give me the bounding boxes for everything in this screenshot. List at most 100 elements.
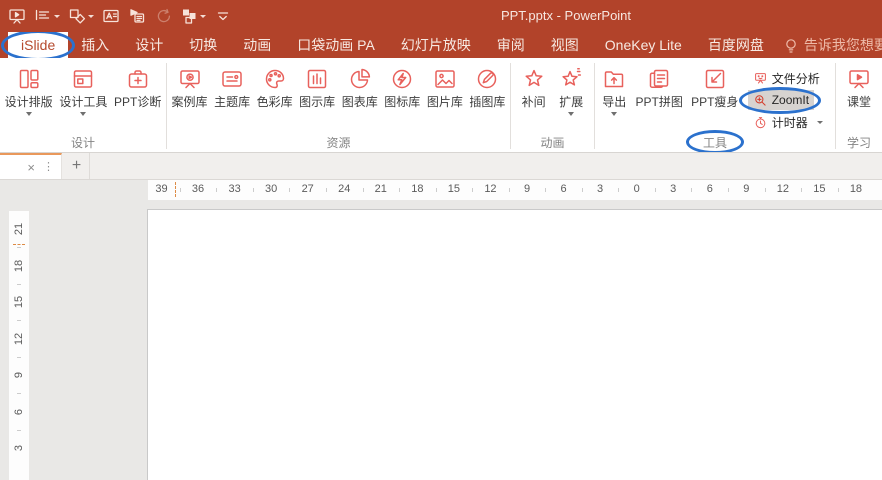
ruler-number: 0 — [634, 183, 640, 195]
shapes-pen-button[interactable] — [68, 7, 94, 25]
tab-baidu-netdisk[interactable]: 百度网盘 — [695, 32, 777, 58]
tab-islide[interactable]: iSlide — [8, 32, 68, 58]
ruler-tick — [17, 284, 21, 285]
tween-button[interactable]: 补间 — [519, 63, 549, 110]
tab-slide-show[interactable]: 幻灯片放映 — [388, 32, 484, 58]
file-analysis-button[interactable]: 文件分析 — [748, 68, 825, 88]
chart-library-icon — [347, 66, 373, 92]
button-label: 图表库 — [342, 95, 378, 109]
ruler-tick — [838, 188, 839, 192]
group-label-tools: 工具 — [595, 134, 835, 152]
chart-library-button[interactable]: 图表库 — [340, 63, 380, 110]
ruler-number: 36 — [192, 183, 204, 195]
ribbon-group-animation: 补间扩展动画 — [511, 58, 594, 152]
text-box-button[interactable] — [102, 7, 120, 25]
shapes-pen-icon — [68, 7, 86, 25]
ruler-tick — [728, 188, 729, 192]
case-library-button[interactable]: 案例库 — [170, 63, 210, 110]
ruler-tick — [545, 188, 546, 192]
animation-pane-button[interactable] — [128, 7, 146, 25]
arrange-objects-button[interactable] — [180, 7, 206, 25]
dropdown-caret-icon — [200, 15, 206, 18]
tab-transitions[interactable]: 切换 — [176, 32, 230, 58]
ruler-number: 12 — [777, 183, 789, 195]
slide-surface[interactable] — [147, 209, 882, 480]
ribbon-group-tools: 导出PPT拼图PPT瘦身 文件分析 ZoomIt计时器工具 — [595, 58, 835, 152]
export-icon — [601, 66, 627, 92]
ribbon-group-learning: 课堂学习 — [836, 58, 882, 152]
ppt-puzzle-button[interactable]: PPT拼图 — [634, 63, 685, 110]
tab-view[interactable]: 视图 — [538, 32, 592, 58]
tab-design[interactable]: 设计 — [122, 32, 176, 58]
ruler-number: 12 — [484, 183, 496, 195]
color-library-icon — [262, 66, 288, 92]
close-tab-icon[interactable]: × — [27, 161, 35, 174]
reading-order-icon — [34, 7, 52, 25]
group-label-design: 设计 — [0, 134, 166, 152]
customize-quick-access-button[interactable] — [214, 7, 232, 25]
document-tab-strip: × ⋮ + — [0, 153, 882, 180]
extend-button[interactable]: 扩展 — [556, 63, 586, 117]
window-title: PPT.pptx - PowerPoint — [250, 0, 882, 32]
ppt-diagnose-button[interactable]: PPT诊断 — [112, 63, 163, 110]
ruler-number: 6 — [13, 409, 25, 415]
annotation-circle — [1, 32, 75, 58]
zoomit-button[interactable]: ZoomIt — [748, 90, 814, 110]
ruler-tick — [17, 393, 21, 394]
start-slideshow-button[interactable] — [8, 7, 26, 25]
timer-button[interactable]: 计时器 — [748, 112, 828, 132]
icon-library-button[interactable]: 图标库 — [382, 63, 422, 110]
tab-animations[interactable]: 动画 — [230, 32, 284, 58]
export-button[interactable]: 导出 — [599, 63, 629, 117]
group-label-learning: 学习 — [836, 134, 882, 152]
ruler-tick — [436, 188, 437, 192]
ruler-tick — [472, 188, 473, 192]
ppt-slim-icon — [702, 66, 728, 92]
button-label: 主题库 — [214, 95, 250, 109]
theme-library-icon — [219, 66, 245, 92]
reading-order-button[interactable] — [34, 7, 60, 25]
ruler-number: 18 — [411, 183, 423, 195]
tab-insert[interactable]: 插入 — [68, 32, 122, 58]
theme-library-button[interactable]: 主题库 — [212, 63, 252, 110]
design-tools-button[interactable]: 设计工具 — [57, 63, 109, 117]
ruler-tick — [765, 188, 766, 192]
zoomit-icon — [753, 93, 768, 108]
icon-library-icon — [389, 66, 415, 92]
color-library-button[interactable]: 色彩库 — [255, 63, 295, 110]
dropdown-caret-icon — [54, 15, 60, 18]
tab-onekey-lite[interactable]: OneKey Lite — [592, 32, 695, 58]
ruler-tick — [691, 188, 692, 192]
ruler-number: 6 — [707, 183, 713, 195]
tab-review[interactable]: 审阅 — [484, 32, 538, 58]
tab-menu-icon[interactable]: ⋮ — [43, 162, 54, 173]
ruler-position-marker — [175, 182, 176, 197]
button-label: 设计排版 — [5, 95, 53, 109]
illustration-library-button[interactable]: 插图库 — [467, 63, 507, 110]
button-label: 文件分析 — [772, 70, 820, 87]
ruler-tick — [216, 188, 217, 192]
classroom-button[interactable]: 课堂 — [844, 63, 874, 110]
diagram-library-button[interactable]: 图示库 — [297, 63, 337, 110]
button-label: 色彩库 — [257, 95, 293, 109]
dropdown-caret-icon — [568, 112, 574, 116]
dropdown-caret-icon — [817, 121, 823, 124]
arrange-objects-icon — [180, 7, 198, 25]
ruler-number: 33 — [228, 183, 240, 195]
picture-library-button[interactable]: 图片库 — [425, 63, 465, 110]
design-layout-button[interactable]: 设计排版 — [3, 63, 55, 117]
ppt-slim-button[interactable]: PPT瘦身 — [689, 63, 740, 110]
button-label: 图标库 — [384, 95, 420, 109]
ruler-tick — [801, 188, 802, 192]
document-tab[interactable]: × ⋮ — [0, 153, 62, 179]
tell-me-box[interactable]: 告诉我您想要做什么 — [777, 32, 882, 58]
lightbulb-icon — [783, 37, 799, 53]
ruler-number: 9 — [524, 183, 530, 195]
quick-access-toolbar — [8, 0, 232, 32]
ruler-tick — [17, 247, 21, 248]
new-tab-button[interactable]: + — [64, 153, 90, 179]
ppt-puzzle-icon — [646, 66, 672, 92]
tab-pocket-animation-pa[interactable]: 口袋动画 PA — [284, 32, 388, 58]
button-label: 设计工具 — [59, 95, 107, 109]
dropdown-caret-icon — [611, 112, 617, 116]
